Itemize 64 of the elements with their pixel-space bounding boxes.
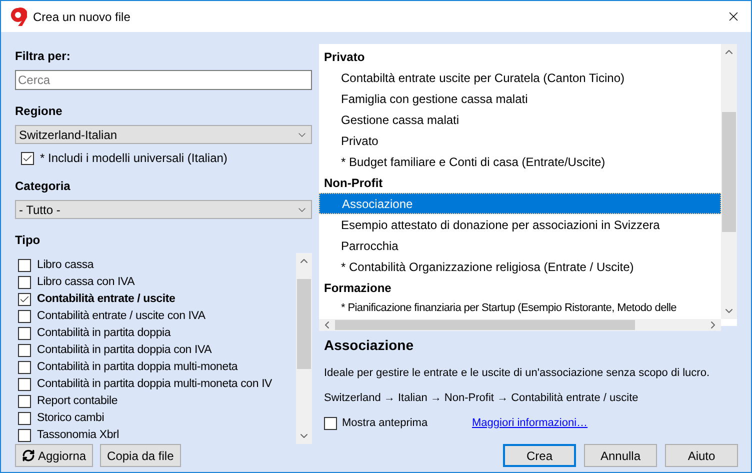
template-item[interactable]: Contabiltà entrate uscite per Curatela (Canton Ticino): [319, 67, 721, 88]
checkbox[interactable]: [18, 310, 31, 323]
checkbox-label: Contabilità in partita doppia con IVA: [37, 342, 212, 358]
checkbox-label: Contabilità entrate / uscite con IVA: [37, 308, 206, 324]
group-heading: Non-Profit: [323, 174, 384, 192]
checkbox[interactable]: [18, 361, 31, 374]
template-item[interactable]: Esempio attestato di donazione per associazioni in Svizzera: [319, 214, 721, 235]
checkbox-label: Mostra anteprima: [342, 416, 429, 431]
region-dropdown[interactable]: Switzerland-Italian: [15, 125, 312, 144]
checkbox[interactable]: [18, 344, 31, 357]
checkbox[interactable]: [18, 412, 31, 425]
checkbox[interactable]: [18, 429, 31, 442]
scrollbar-thumb[interactable]: [335, 320, 635, 330]
template-item[interactable]: Gestione cassa malati: [319, 109, 721, 130]
scrollbar-thumb[interactable]: [722, 112, 736, 232]
template-item[interactable]: Privato: [319, 130, 721, 151]
button[interactable]: Annulla: [584, 444, 657, 467]
template-item[interactable]: * Pianificazione finanziaria per Startup (Esempio Ristorante, Metodo delle: [319, 298, 721, 319]
group-heading: Privato: [323, 48, 366, 66]
details-title: Associazione: [323, 336, 414, 355]
checkbox[interactable]: [21, 152, 34, 164]
checkbox[interactable]: [18, 327, 31, 340]
checkbox[interactable]: [324, 416, 337, 430]
checkbox-label: * Includi i modelli universali (Italian): [40, 150, 228, 167]
button[interactable]: Aggiorna: [15, 444, 94, 467]
search-field[interactable]: Cerca: [15, 70, 312, 90]
scrollbar[interactable]: [319, 319, 721, 331]
checkbox-label: Report contabile: [37, 394, 118, 409]
scrollbar[interactable]: [296, 253, 312, 444]
checkbox[interactable]: [18, 259, 31, 272]
refresh-icon: [22, 449, 35, 462]
section-label: Categoria: [15, 178, 72, 195]
checkbox-label: Contabilità in partita doppia multi-moneta con IV: [37, 376, 272, 392]
details-description: Ideale per gestire le entrate e le uscite di un'associazione senza scopo di lucro.: [323, 366, 710, 381]
details-path: Switzerland → Italian → Non-Profit → Contabilità entrate / uscite: [323, 390, 640, 406]
checkbox[interactable]: [18, 276, 31, 289]
window-title: Crea un nuovo file: [33, 8, 132, 26]
button[interactable]: Copia da file: [100, 444, 181, 467]
category-dropdown[interactable]: - Tutto -: [15, 200, 312, 219]
template-item[interactable]: Famiglia con gestione cassa malati: [319, 88, 721, 109]
button[interactable]: Aiuto: [665, 444, 738, 467]
template-item[interactable]: * Contabilità Organizzazione religiosa (Entrate / Uscite): [319, 256, 721, 277]
template-item[interactable]: Associazione: [319, 193, 721, 214]
checkbox-label: Contabilità in partita doppia: [37, 326, 171, 341]
checkbox-label: Storico cambi: [37, 410, 104, 426]
checkbox-label: Contabilità entrate / uscite: [37, 292, 176, 307]
more-info-link[interactable]: Maggiori informazioni…: [472, 415, 588, 432]
checkbox-label: Libro cassa: [37, 258, 94, 273]
template-item[interactable]: Parrocchia: [319, 235, 721, 256]
checkbox[interactable]: [18, 378, 31, 391]
checkbox[interactable]: [18, 395, 31, 408]
button[interactable]: Crea: [503, 444, 576, 467]
checkbox-label: Libro cassa con IVA: [37, 274, 135, 290]
template-item[interactable]: * Budget familiare e Conti di casa (Entrate/Uscite): [319, 151, 721, 172]
section-label: Tipo: [15, 232, 42, 249]
checkbox-label: Tassonomia Xbrl: [37, 428, 120, 443]
app-logo-icon: [9, 6, 27, 26]
group-heading: Formazione: [323, 280, 392, 296]
scrollbar[interactable]: [721, 44, 737, 319]
checkbox[interactable]: [18, 293, 31, 306]
scrollbar-thumb[interactable]: [297, 279, 311, 369]
section-label: Filtra per:: [15, 48, 72, 65]
section-label: Regione: [15, 103, 64, 120]
checkbox-label: Contabilità in partita doppia multi-moneta: [37, 360, 238, 375]
